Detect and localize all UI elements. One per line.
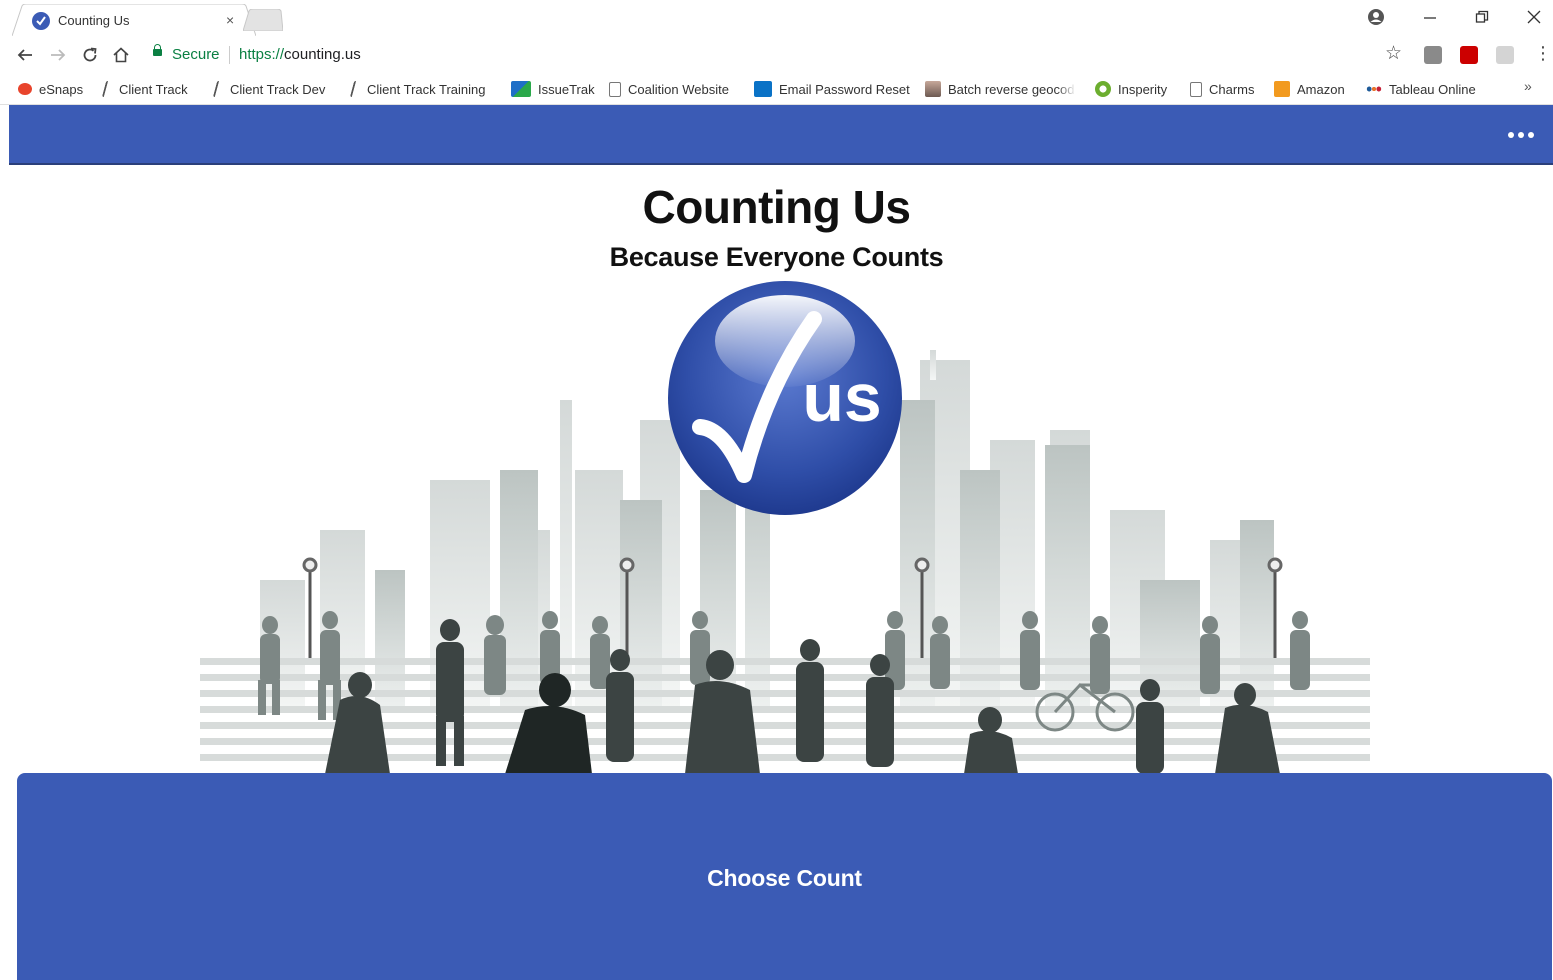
- bookmark-label: Batch reverse geocod: [948, 81, 1075, 97]
- reload-icon[interactable]: [77, 42, 103, 68]
- bookmark-batch-reverse-geocode[interactable]: Batch reverse geocod: [925, 80, 1076, 98]
- address-bar[interactable]: Secure https://counting.us: [140, 41, 1410, 69]
- app-header-divider: [9, 163, 1553, 165]
- home-icon[interactable]: [108, 42, 134, 68]
- bookmarks-overflow-icon[interactable]: »: [1524, 78, 1532, 94]
- back-arrow-icon[interactable]: [12, 42, 38, 68]
- tab-title: Counting Us: [58, 13, 130, 28]
- bookmark-label: Client Track Training: [367, 81, 486, 97]
- browser-tab[interactable]: Counting Us ×: [12, 4, 256, 36]
- counting-us-logo: us: [668, 281, 902, 515]
- bookmark-label: Amazon: [1297, 81, 1345, 97]
- bookmark-client-track[interactable]: Client Track: [101, 80, 188, 98]
- browser-toolbar: Secure https://counting.us: [0, 36, 1553, 74]
- bookmarks-bar: eSnaps Client Track Client Track Dev Cli…: [0, 74, 1553, 105]
- choose-count-button[interactable]: Choose Count: [17, 773, 1552, 980]
- bookmark-insperity[interactable]: Insperity: [1095, 80, 1167, 98]
- bookmark-label: Client Track: [119, 81, 188, 97]
- page-subtitle: Because Everyone Counts: [609, 242, 944, 272]
- bookmark-star-icon[interactable]: ☆: [1385, 42, 1402, 65]
- bookmark-client-track-training[interactable]: Client Track Training: [349, 80, 486, 98]
- restore-icon[interactable]: [1462, 4, 1502, 30]
- client-track-icon: [101, 81, 115, 97]
- client-track-icon: [349, 81, 363, 97]
- close-window-icon[interactable]: [1514, 4, 1553, 30]
- bookmark-label: Email Password Reset: [779, 81, 910, 97]
- geocode-icon: [925, 81, 941, 97]
- browser-tab-strip: Counting Us ×: [0, 0, 1553, 36]
- page-title: Counting Us: [642, 181, 911, 233]
- lock-icon: [153, 44, 162, 56]
- bookmark-tableau-online[interactable]: Tableau Online: [1366, 80, 1476, 98]
- url-scheme: https://: [239, 46, 285, 63]
- page-icon: [1190, 81, 1202, 97]
- counting-us-favicon-icon: [32, 12, 50, 30]
- acrobat-extension-icon[interactable]: [1460, 46, 1478, 64]
- issuetrak-icon: [511, 81, 531, 97]
- forward-arrow-icon[interactable]: [45, 42, 71, 68]
- bookmark-label: Tableau Online: [1389, 81, 1476, 97]
- minimize-icon[interactable]: [1410, 4, 1450, 30]
- bookmark-label: IssueTrak: [538, 81, 595, 97]
- bookmark-client-track-dev[interactable]: Client Track Dev: [212, 80, 326, 98]
- url-text[interactable]: https://counting.us: [239, 46, 361, 63]
- extension-icon[interactable]: [1424, 46, 1442, 64]
- client-track-icon: [212, 81, 226, 97]
- app-header-bar: [9, 105, 1553, 163]
- tab-close-icon[interactable]: ×: [226, 12, 234, 28]
- choose-count-label: Choose Count: [707, 865, 862, 891]
- outlook-icon: [754, 81, 772, 97]
- page-icon: [609, 81, 621, 97]
- tableau-icon: [1366, 81, 1382, 97]
- insperity-icon: [1095, 81, 1111, 97]
- bookmark-issuetrak[interactable]: IssueTrak: [511, 80, 595, 98]
- browser-menu-icon[interactable]: ⋮: [1534, 44, 1552, 62]
- amazon-icon: [1274, 81, 1290, 97]
- bookmark-label: eSnaps: [39, 81, 84, 97]
- esnaps-icon: [18, 83, 32, 95]
- secure-label: Secure: [172, 46, 220, 63]
- bookmark-coalition-website[interactable]: Coalition Website: [609, 80, 729, 98]
- bookmark-charms[interactable]: Charms: [1190, 80, 1255, 98]
- bookmark-email-password-reset[interactable]: Email Password Reset: [754, 80, 910, 98]
- bookmark-label: Client Track Dev: [230, 81, 326, 97]
- url-host: counting.us: [284, 46, 361, 63]
- logo-text: us: [802, 360, 881, 436]
- bookmark-esnaps[interactable]: eSnaps: [18, 80, 83, 98]
- bookmark-label: Coalition Website: [628, 81, 729, 97]
- new-tab-button[interactable]: [243, 9, 283, 31]
- g-extension-icon[interactable]: [1496, 46, 1514, 64]
- bookmark-amazon[interactable]: Amazon: [1274, 80, 1345, 98]
- profile-icon[interactable]: [1356, 4, 1396, 30]
- bookmark-label: Insperity: [1118, 81, 1168, 97]
- omnibox-divider: [229, 46, 230, 64]
- bookmark-label: Charms: [1209, 81, 1255, 97]
- more-options-icon[interactable]: [1503, 126, 1539, 144]
